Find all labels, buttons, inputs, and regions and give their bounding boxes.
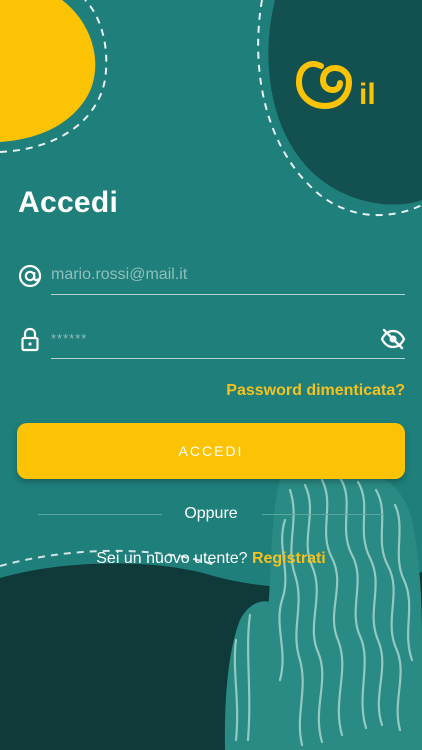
- password-field: [16, 320, 406, 360]
- email-input[interactable]: [51, 256, 405, 295]
- forgot-password-link[interactable]: Password dimenticata?: [226, 382, 405, 400]
- page-title: Accedi: [18, 186, 119, 219]
- eye-off-icon[interactable]: [380, 328, 406, 350]
- login-button[interactable]: ACCEDI: [17, 423, 405, 479]
- yellow-sun-shape: [0, 0, 96, 142]
- email-field: [16, 256, 406, 296]
- divider-label: Oppure: [184, 505, 238, 522]
- register-prompt: Sei un nuovo utente?: [96, 550, 248, 567]
- app-logo: il: [295, 61, 376, 111]
- background-illustration: [0, 0, 422, 750]
- logo-text: il: [359, 78, 376, 111]
- login-button-label: ACCEDI: [178, 443, 244, 459]
- password-input[interactable]: [51, 320, 405, 359]
- register-row: Sei un nuovo utente? Registrati: [0, 550, 422, 568]
- lock-icon: [21, 327, 39, 352]
- logo-swirl-icon: [295, 61, 353, 110]
- register-link[interactable]: Registrati: [252, 550, 326, 567]
- at-icon: [18, 264, 42, 288]
